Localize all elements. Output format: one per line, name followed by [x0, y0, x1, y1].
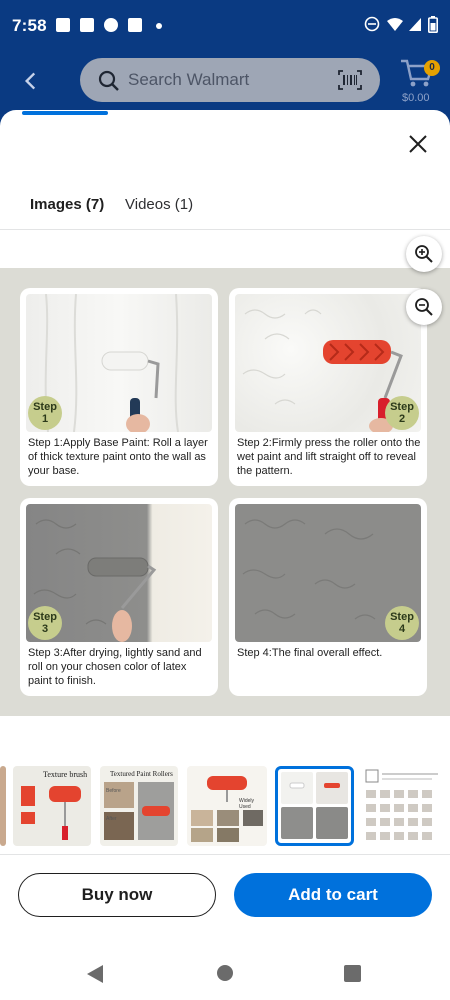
thumbnail-caption: Widely Used: [239, 798, 255, 810]
nav-home-icon[interactable]: [216, 964, 234, 982]
status-bar: 7:58: [0, 0, 450, 54]
buy-now-button[interactable]: Buy now: [18, 873, 216, 917]
thumbnail[interactable]: Widely Used: [187, 766, 267, 846]
step-badge-number: 3: [41, 623, 49, 635]
step-caption: Step 2:Firmly press the roller onto the …: [237, 437, 421, 477]
thumbnail-strip: Texture brush Textured Paint Rollers Bef…: [0, 766, 450, 846]
thumbnail[interactable]: [0, 766, 6, 846]
thumbnail-caption: Textured Paint Rollers: [110, 770, 173, 778]
step-card: Step 3 Step 3:After drying, lightly sand…: [20, 498, 218, 696]
step-caption: Step 1:Apply Base Paint: Roll a layer of…: [28, 437, 208, 477]
main-product-image[interactable]: Step 1 Step 1:Apply Base Paint: Roll a l…: [0, 268, 450, 716]
step-card: Step 4 Step 4:The final overall effect.: [229, 498, 427, 696]
footer-divider: [0, 854, 450, 855]
cart-button[interactable]: 0 $0.00: [400, 58, 440, 106]
step-badge-word: Step: [390, 611, 414, 623]
facebook-notification-icon: [80, 18, 94, 32]
thumbnail-image: [365, 769, 438, 840]
step-photo: Step 1: [26, 294, 212, 432]
step-photo: Step 4: [235, 504, 421, 642]
battery-icon: [428, 16, 438, 33]
do-not-disturb-icon: [364, 16, 380, 32]
cart-count-badge: 0: [424, 60, 440, 76]
step-badge-number: 2: [398, 413, 406, 425]
add-to-cart-button[interactable]: Add to cart: [234, 873, 432, 917]
nav-recents-icon[interactable]: [344, 965, 361, 982]
back-arrow-icon[interactable]: [18, 68, 44, 94]
thumbnail[interactable]: [362, 766, 442, 846]
thumbnail[interactable]: Texture brush: [13, 766, 91, 846]
active-tab-indicator: [22, 111, 108, 115]
step-badge: Step 2: [385, 396, 419, 430]
step-card: Step 1 Step 1:Apply Base Paint: Roll a l…: [20, 288, 218, 486]
tab-videos[interactable]: Videos (1): [125, 196, 193, 213]
thumbnail[interactable]: Textured Paint Rollers Before After: [100, 766, 178, 846]
tab-images[interactable]: Images (7): [30, 196, 104, 213]
step-badge: Step 3: [28, 606, 62, 640]
step-caption: Step 4:The final overall effect.: [237, 647, 383, 659]
thumbnail-selected[interactable]: [275, 766, 354, 846]
thumbnail-subcaption: After: [106, 816, 117, 822]
barcode-scan-icon[interactable]: [338, 70, 362, 90]
more-notifications-dot: [156, 23, 162, 29]
zoom-in-icon: [415, 245, 433, 263]
facebook-notification-icon: [128, 18, 142, 32]
cart-total: $0.00: [402, 92, 430, 104]
step-badge-word: Step: [33, 611, 57, 623]
system-navigation-bar: [0, 950, 450, 1000]
step-badge: Step 4: [385, 606, 419, 640]
step-badge-number: 4: [398, 623, 406, 635]
messenger-notification-icon: [104, 18, 118, 32]
close-icon[interactable]: [406, 132, 430, 156]
zoom-out-icon: [415, 298, 433, 316]
media-tabs: Images (7) Videos (1): [0, 190, 450, 230]
step-photo: Step 3: [26, 504, 212, 642]
step-badge-word: Step: [390, 401, 414, 413]
step-badge-word: Step: [33, 401, 57, 413]
step-badge-number: 1: [41, 413, 49, 425]
facebook-notification-icon: [56, 18, 70, 32]
cell-signal-icon: [409, 18, 421, 31]
thumbnail-image: [104, 782, 174, 840]
search-placeholder: Search Walmart: [128, 70, 250, 89]
zoom-out-button[interactable]: [406, 289, 442, 325]
thumbnail-subcaption: Before: [106, 788, 121, 794]
wifi-icon: [387, 18, 403, 31]
search-bar[interactable]: Search Walmart: [80, 58, 380, 102]
zoom-in-button[interactable]: [406, 236, 442, 272]
thumbnail-caption: Texture brush: [43, 770, 88, 779]
step-card: Step 2 Step 2:Firmly press the roller on…: [229, 288, 427, 486]
step-photo: Step 2: [235, 294, 421, 432]
search-icon: [98, 70, 119, 91]
status-time: 7:58: [12, 16, 47, 35]
step-caption: Step 3:After drying, lightly sand and ro…: [28, 647, 202, 687]
step-badge: Step 1: [28, 396, 62, 430]
thumbnail-image: [281, 772, 348, 839]
nav-back-icon[interactable]: [86, 964, 104, 984]
walmart-header: Search Walmart 0 $0.00: [0, 54, 450, 110]
